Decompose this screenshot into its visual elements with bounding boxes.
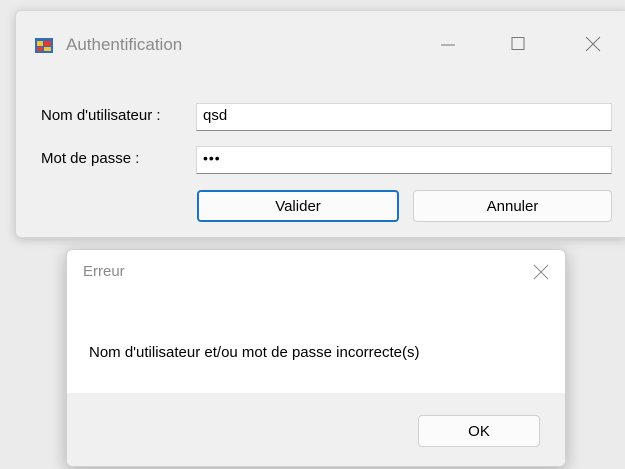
cancel-button[interactable]: Annuler [413, 190, 612, 222]
minimize-button[interactable] [426, 27, 472, 61]
dialog-title: Erreur [83, 263, 125, 280]
username-field[interactable]: qsd [196, 103, 612, 131]
dialog-close-button[interactable] [522, 256, 558, 286]
error-dialog: Erreur Nom d'utilisateur et/ou mot de pa… [66, 249, 566, 467]
maximize-icon [511, 37, 525, 50]
close-button[interactable] [571, 27, 617, 61]
validate-button[interactable]: Valider [197, 190, 399, 222]
error-message: Nom d'utilisateur et/ou mot de passe inc… [89, 344, 420, 361]
window-title: Authentification [66, 35, 183, 54]
title-bar[interactable]: Authentification [16, 11, 625, 75]
password-label: Mot de passe : [41, 150, 140, 167]
ok-button[interactable]: OK [418, 415, 540, 447]
close-icon [585, 36, 601, 52]
maximize-button[interactable] [496, 27, 542, 61]
password-field[interactable]: ••• [196, 146, 612, 174]
username-label: Nom d'utilisateur : [41, 107, 161, 124]
dialog-footer: OK [67, 393, 565, 466]
app-icon [34, 35, 54, 55]
auth-window: Authentification Nom d'utilisateur : qsd… [15, 10, 625, 238]
close-icon [533, 264, 549, 280]
minimize-icon [441, 44, 455, 46]
